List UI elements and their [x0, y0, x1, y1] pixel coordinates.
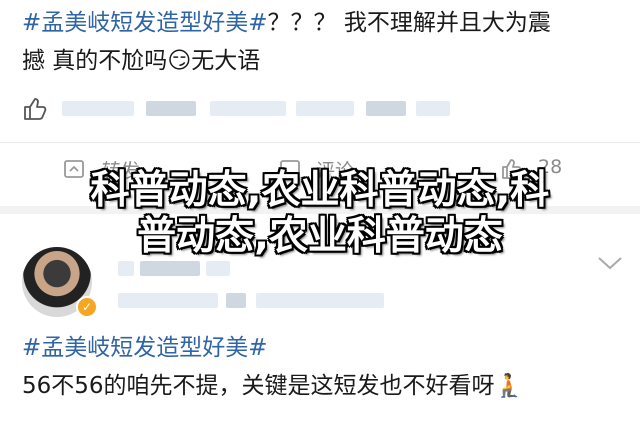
comment-hashtag-line: #孟美岐短发造型好美#: [22, 333, 268, 363]
blurred-username: [206, 261, 230, 276]
overlay-line1: 科普动态,农业科普动态,科: [90, 168, 550, 213]
blurred-meta: [256, 293, 384, 308]
post-text-line2: 撼 真的不尬吗😏无大语: [22, 46, 260, 76]
blurred-likers: [416, 101, 450, 116]
blurred-likers: [296, 101, 354, 116]
divider: [0, 142, 640, 143]
post-text-line1: #孟美岐短发造型好美#？？？ 我不理解并且大为震: [22, 8, 551, 38]
blurred-meta: [226, 293, 246, 308]
post-text-line2-start: 撼 真的不尬吗: [22, 48, 168, 74]
comment-hashtag[interactable]: #孟美岐短发造型好美#: [22, 335, 268, 361]
overlay-line2: 普动态,农业科普动态: [137, 214, 503, 259]
comment-text-line: 56不56的咱先不提，关键是这短发也不好看呀🧎: [22, 371, 523, 401]
blurred-username: [118, 261, 134, 276]
blurred-likers: [62, 101, 134, 116]
blurred-username: [140, 261, 200, 276]
like-icon[interactable]: [22, 96, 48, 122]
verified-badge-icon: ✓: [76, 296, 98, 318]
blurred-likers: [146, 101, 196, 116]
comment-text: 56不56的咱先不提，关键是这短发也不好看呀: [22, 373, 495, 399]
post-text-rest: ？？？ 我不理解并且大为震: [267, 10, 551, 36]
smirk-emoji: 😏: [167, 48, 192, 74]
post-text-line2-tail: 无大语: [191, 48, 261, 74]
blurred-likers: [366, 101, 406, 116]
kneeling-emoji: 🧎: [494, 373, 524, 399]
blurred-meta: [118, 293, 218, 308]
overlay-caption: 科普动态,农业科普动态,科 普动态,农业科普动态: [0, 168, 640, 260]
post-hashtag[interactable]: #孟美岐短发造型好美#: [22, 10, 268, 36]
blurred-likers: [210, 101, 286, 116]
